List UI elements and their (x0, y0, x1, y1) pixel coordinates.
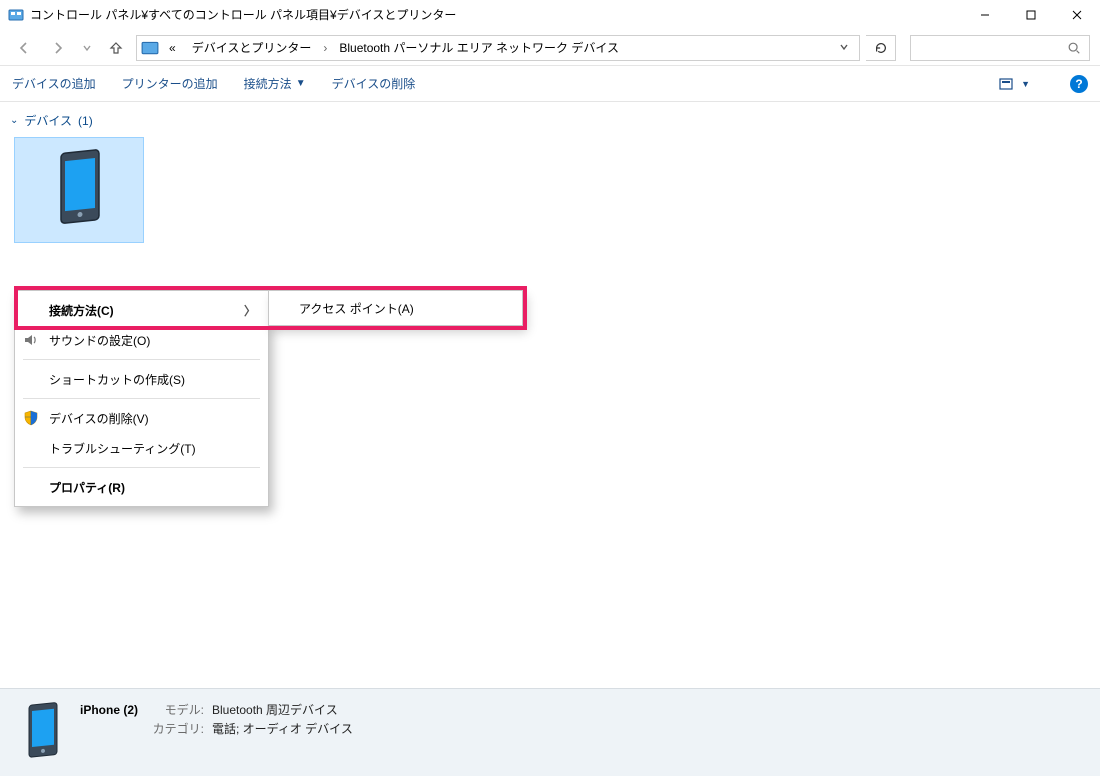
cmd-connect-using[interactable]: 接続方法 ▼ (244, 75, 306, 92)
details-device-name: iPhone (2) (80, 703, 138, 717)
menu-item-label: ショートカットの作成(S) (49, 371, 185, 388)
shield-icon (23, 410, 39, 426)
maximize-button[interactable] (1008, 0, 1054, 30)
cmd-connect-using-label: 接続方法 (244, 75, 292, 92)
device-list (0, 133, 1100, 247)
menu-item-properties[interactable]: プロパティ(R) (15, 472, 268, 502)
breadcrumb-item-devices-printers[interactable]: デバイスとプリンター (186, 36, 318, 60)
window-controls (962, 0, 1100, 30)
chevron-down-icon: ▼ (1021, 79, 1030, 89)
context-menu: 接続方法(C) 〉 サウンドの設定(O) ショートカットの作成(S) デバイスの… (14, 290, 269, 507)
menu-item-label: サウンドの設定(O) (49, 332, 150, 349)
cmd-remove-device[interactable]: デバイスの削除 (332, 75, 416, 92)
details-model-value: Bluetooth 周辺デバイス (212, 701, 338, 720)
refresh-button[interactable] (866, 35, 896, 61)
chevron-right-icon: 〉 (244, 302, 256, 319)
menu-divider (23, 359, 260, 360)
help-button[interactable]: ? (1070, 75, 1088, 93)
details-model-label: モデル: (152, 701, 204, 720)
nav-row: « デバイスとプリンター › Bluetooth パーソナル エリア ネットワー… (0, 30, 1100, 66)
menu-item-connect-using[interactable]: 接続方法(C) 〉 (15, 295, 268, 325)
menu-divider (23, 467, 260, 468)
menu-item-sound-settings[interactable]: サウンドの設定(O) (15, 325, 268, 355)
breadcrumb-separator: › (321, 41, 329, 55)
menu-item-label: 接続方法(C) (49, 302, 114, 319)
control-panel-icon (8, 7, 24, 23)
breadcrumb-prefix: « (163, 36, 182, 60)
chevron-down-icon: ⌄ (10, 115, 18, 126)
menu-item-create-shortcut[interactable]: ショートカットの作成(S) (15, 364, 268, 394)
details-category-label: カテゴリ: (152, 720, 204, 739)
recent-locations-button[interactable] (78, 34, 96, 62)
details-info: iPhone (2) モデル: Bluetooth 周辺デバイス カテゴリ: 電… (80, 697, 353, 739)
search-icon (1067, 41, 1081, 55)
location-icon (141, 39, 159, 57)
back-button[interactable] (10, 34, 38, 62)
minimize-button[interactable] (962, 0, 1008, 30)
smartphone-icon (23, 702, 63, 762)
group-header-devices[interactable]: ⌄ デバイス (1) (0, 102, 1100, 133)
search-box[interactable] (910, 35, 1090, 61)
breadcrumb-item-bluetooth-pan[interactable]: Bluetooth パーソナル エリア ネットワーク デバイス (333, 36, 625, 60)
smartphone-icon (47, 145, 111, 235)
up-button[interactable] (102, 34, 130, 62)
cmd-add-device[interactable]: デバイスの追加 (12, 75, 96, 92)
speaker-icon (23, 332, 39, 348)
window-title: コントロール パネル¥すべてのコントロール パネル項目¥デバイスとプリンター (30, 6, 962, 23)
menu-item-remove-device[interactable]: デバイスの削除(V) (15, 403, 268, 433)
device-item-iphone[interactable] (14, 137, 144, 243)
group-count: (1) (78, 114, 93, 128)
chevron-down-icon: ▼ (296, 78, 306, 89)
titlebar: コントロール パネル¥すべてのコントロール パネル項目¥デバイスとプリンター (0, 0, 1100, 30)
command-bar: デバイスの追加 プリンターの追加 接続方法 ▼ デバイスの削除 ▼ ? (0, 66, 1100, 102)
forward-button[interactable] (44, 34, 72, 62)
address-dropdown-button[interactable] (833, 41, 855, 55)
cmd-add-printer[interactable]: プリンターの追加 (122, 75, 218, 92)
submenu: アクセス ポイント(A) (268, 290, 523, 326)
details-pane: iPhone (2) モデル: Bluetooth 周辺デバイス カテゴリ: 電… (0, 688, 1100, 776)
address-bar[interactable]: « デバイスとプリンター › Bluetooth パーソナル エリア ネットワー… (136, 35, 860, 61)
details-category-value: 電話; オーディオ デバイス (212, 720, 353, 739)
view-options-button[interactable]: ▼ (999, 77, 1030, 91)
details-thumbnail (20, 697, 66, 767)
close-button[interactable] (1054, 0, 1100, 30)
submenu-item-access-point[interactable]: アクセス ポイント(A) (299, 300, 414, 317)
menu-item-label: デバイスの削除(V) (49, 410, 149, 427)
menu-item-label: プロパティ(R) (49, 479, 125, 496)
menu-item-label: トラブルシューティング(T) (49, 440, 196, 457)
menu-item-troubleshoot[interactable]: トラブルシューティング(T) (15, 433, 268, 463)
menu-divider (23, 398, 260, 399)
group-label: デバイス (24, 112, 72, 129)
